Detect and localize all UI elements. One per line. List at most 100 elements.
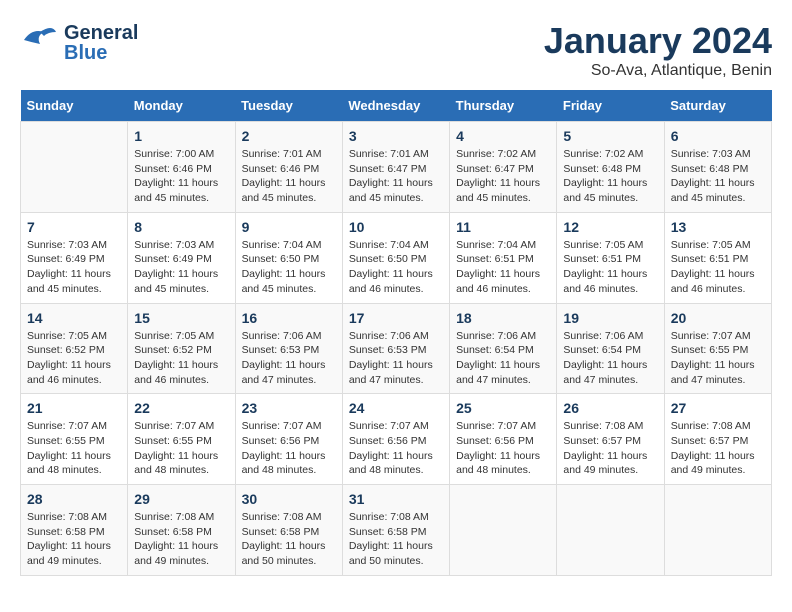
day-info: Sunrise: 7:03 AM Sunset: 6:48 PM Dayligh… bbox=[671, 147, 765, 206]
day-number: 3 bbox=[349, 128, 443, 144]
day-info: Sunrise: 7:07 AM Sunset: 6:55 PM Dayligh… bbox=[134, 419, 228, 478]
calendar-cell: 20Sunrise: 7:07 AM Sunset: 6:55 PM Dayli… bbox=[664, 303, 771, 394]
day-number: 19 bbox=[563, 310, 657, 326]
day-info: Sunrise: 7:07 AM Sunset: 6:55 PM Dayligh… bbox=[27, 419, 121, 478]
day-number: 10 bbox=[349, 219, 443, 235]
day-number: 20 bbox=[671, 310, 765, 326]
calendar-cell: 18Sunrise: 7:06 AM Sunset: 6:54 PM Dayli… bbox=[450, 303, 557, 394]
calendar-cell: 1 Sunrise: 7:00 AM Sunset: 6:46 PM Daylig… bbox=[128, 122, 235, 213]
day-info: Sunrise: 7:06 AM Sunset: 6:54 PM Dayligh… bbox=[563, 329, 657, 388]
calendar-cell: 6Sunrise: 7:03 AM Sunset: 6:48 PM Daylig… bbox=[664, 122, 771, 213]
day-number: 15 bbox=[134, 310, 228, 326]
day-number: 21 bbox=[27, 400, 121, 416]
logo-icon bbox=[20, 20, 60, 65]
day-info: Sunrise: 7:06 AM Sunset: 6:54 PM Dayligh… bbox=[456, 329, 550, 388]
day-info: Sunrise: 7:05 AM Sunset: 6:52 PM Dayligh… bbox=[134, 329, 228, 388]
col-friday: Friday bbox=[557, 90, 664, 122]
day-number: 25 bbox=[456, 400, 550, 416]
calendar-cell: 7Sunrise: 7:03 AM Sunset: 6:49 PM Daylig… bbox=[21, 212, 128, 303]
calendar-week-1: 1 Sunrise: 7:00 AM Sunset: 6:46 PM Daylig… bbox=[21, 122, 772, 213]
title-area: January 2024 So-Ava, Atlantique, Benin bbox=[544, 20, 772, 80]
calendar-cell: 10 Sunrise: 7:04 AM Sunset: 6:50 PM Dayli… bbox=[342, 212, 449, 303]
calendar-week-2: 7 Sunrise: 7:03 AM Sunset: 6:49 PM Daylig… bbox=[21, 212, 772, 303]
col-tuesday: Tuesday bbox=[235, 90, 342, 122]
calendar-table: Sunday Monday Tuesday Wednesday Thursday… bbox=[20, 90, 772, 576]
day-info: Sunrise: 7:06 AM Sunset: 6:53 PM Dayligh… bbox=[242, 329, 336, 388]
calendar-week-3: 14 Sunrise: 7:05 AM Sunset: 6:52 PM Dayli… bbox=[21, 303, 772, 394]
day-info: Sunrise: 7:08 AM Sunset: 6:58 PM Dayligh… bbox=[27, 510, 121, 569]
calendar-cell: 31Sunrise: 7:08 AM Sunset: 6:58 PM Dayli… bbox=[342, 485, 449, 576]
page-header: General Blue January 2024 So-Ava, Atlant… bbox=[20, 20, 772, 80]
calendar-cell: 17 Sunrise: 7:06 AM Sunset: 6:53 PM Dayli… bbox=[342, 303, 449, 394]
calendar-cell: 11Sunrise: 7:04 AM Sunset: 6:51 PM Dayli… bbox=[450, 212, 557, 303]
calendar-cell: 16 Sunrise: 7:06 AM Sunset: 6:53 PM Dayli… bbox=[235, 303, 342, 394]
calendar-cell: 14 Sunrise: 7:05 AM Sunset: 6:52 PM Dayli… bbox=[21, 303, 128, 394]
calendar-cell bbox=[21, 122, 128, 213]
day-info: Sunrise: 7:02 AM Sunset: 6:47 PM Dayligh… bbox=[456, 147, 550, 206]
day-number: 14 bbox=[27, 310, 121, 326]
logo: General Blue bbox=[20, 20, 138, 65]
calendar-cell: 8 Sunrise: 7:03 AM Sunset: 6:49 PM Daylig… bbox=[128, 212, 235, 303]
calendar-body: 1 Sunrise: 7:00 AM Sunset: 6:46 PM Daylig… bbox=[21, 122, 772, 576]
day-info: Sunrise: 7:02 AM Sunset: 6:48 PM Dayligh… bbox=[563, 147, 657, 206]
calendar-cell: 28 Sunrise: 7:08 AM Sunset: 6:58 PM Dayli… bbox=[21, 485, 128, 576]
day-number: 8 bbox=[134, 219, 228, 235]
logo-text: General Blue bbox=[64, 23, 138, 63]
day-info: Sunrise: 7:08 AM Sunset: 6:58 PM Dayligh… bbox=[242, 510, 336, 569]
location-title: So-Ava, Atlantique, Benin bbox=[544, 62, 772, 80]
day-number: 9 bbox=[242, 219, 336, 235]
day-number: 4 bbox=[456, 128, 550, 144]
calendar-cell: 29 Sunrise: 7:08 AM Sunset: 6:58 PM Dayli… bbox=[128, 485, 235, 576]
day-info: Sunrise: 7:05 AM Sunset: 6:52 PM Dayligh… bbox=[27, 329, 121, 388]
day-number: 28 bbox=[27, 491, 121, 507]
day-info: Sunrise: 7:05 AM Sunset: 6:51 PM Dayligh… bbox=[671, 238, 765, 297]
day-number: 17 bbox=[349, 310, 443, 326]
day-number: 31 bbox=[349, 491, 443, 507]
calendar-cell: 9Sunrise: 7:04 AM Sunset: 6:50 PM Daylig… bbox=[235, 212, 342, 303]
col-thursday: Thursday bbox=[450, 90, 557, 122]
calendar-cell bbox=[450, 485, 557, 576]
calendar-cell: 4 Sunrise: 7:02 AM Sunset: 6:47 PM Daylig… bbox=[450, 122, 557, 213]
day-number: 11 bbox=[456, 219, 550, 235]
calendar-cell: 5Sunrise: 7:02 AM Sunset: 6:48 PM Daylig… bbox=[557, 122, 664, 213]
day-info: Sunrise: 7:01 AM Sunset: 6:46 PM Dayligh… bbox=[242, 147, 336, 206]
calendar-cell: 26Sunrise: 7:08 AM Sunset: 6:57 PM Dayli… bbox=[557, 394, 664, 485]
day-info: Sunrise: 7:03 AM Sunset: 6:49 PM Dayligh… bbox=[134, 238, 228, 297]
day-number: 13 bbox=[671, 219, 765, 235]
day-info: Sunrise: 7:04 AM Sunset: 6:50 PM Dayligh… bbox=[349, 238, 443, 297]
day-info: Sunrise: 7:00 AM Sunset: 6:46 PM Dayligh… bbox=[134, 147, 228, 206]
calendar-cell bbox=[664, 485, 771, 576]
day-number: 23 bbox=[242, 400, 336, 416]
day-info: Sunrise: 7:08 AM Sunset: 6:57 PM Dayligh… bbox=[563, 419, 657, 478]
col-wednesday: Wednesday bbox=[342, 90, 449, 122]
calendar-week-4: 21 Sunrise: 7:07 AM Sunset: 6:55 PM Dayli… bbox=[21, 394, 772, 485]
col-sunday: Sunday bbox=[21, 90, 128, 122]
calendar-cell: 22Sunrise: 7:07 AM Sunset: 6:55 PM Dayli… bbox=[128, 394, 235, 485]
day-number: 30 bbox=[242, 491, 336, 507]
calendar-cell: 15 Sunrise: 7:05 AM Sunset: 6:52 PM Dayli… bbox=[128, 303, 235, 394]
day-number: 24 bbox=[349, 400, 443, 416]
calendar-cell: 30 Sunrise: 7:08 AM Sunset: 6:58 PM Dayli… bbox=[235, 485, 342, 576]
calendar-cell: 25 Sunrise: 7:07 AM Sunset: 6:56 PM Dayli… bbox=[450, 394, 557, 485]
day-info: Sunrise: 7:05 AM Sunset: 6:51 PM Dayligh… bbox=[563, 238, 657, 297]
day-info: Sunrise: 7:07 AM Sunset: 6:56 PM Dayligh… bbox=[349, 419, 443, 478]
day-number: 1 bbox=[134, 128, 228, 144]
day-info: Sunrise: 7:08 AM Sunset: 6:57 PM Dayligh… bbox=[671, 419, 765, 478]
month-title: January 2024 bbox=[544, 20, 772, 62]
calendar-cell: 21 Sunrise: 7:07 AM Sunset: 6:55 PM Dayli… bbox=[21, 394, 128, 485]
calendar-cell: 24 Sunrise: 7:07 AM Sunset: 6:56 PM Dayli… bbox=[342, 394, 449, 485]
day-info: Sunrise: 7:08 AM Sunset: 6:58 PM Dayligh… bbox=[134, 510, 228, 569]
calendar-header: Sunday Monday Tuesday Wednesday Thursday… bbox=[21, 90, 772, 122]
col-saturday: Saturday bbox=[664, 90, 771, 122]
day-number: 16 bbox=[242, 310, 336, 326]
day-number: 29 bbox=[134, 491, 228, 507]
day-info: Sunrise: 7:06 AM Sunset: 6:53 PM Dayligh… bbox=[349, 329, 443, 388]
calendar-cell: 2 Sunrise: 7:01 AM Sunset: 6:46 PM Daylig… bbox=[235, 122, 342, 213]
day-number: 7 bbox=[27, 219, 121, 235]
day-info: Sunrise: 7:01 AM Sunset: 6:47 PM Dayligh… bbox=[349, 147, 443, 206]
day-number: 2 bbox=[242, 128, 336, 144]
calendar-cell: 19 Sunrise: 7:06 AM Sunset: 6:54 PM Dayli… bbox=[557, 303, 664, 394]
day-info: Sunrise: 7:07 AM Sunset: 6:56 PM Dayligh… bbox=[456, 419, 550, 478]
calendar-cell bbox=[557, 485, 664, 576]
calendar-cell: 23Sunrise: 7:07 AM Sunset: 6:56 PM Dayli… bbox=[235, 394, 342, 485]
